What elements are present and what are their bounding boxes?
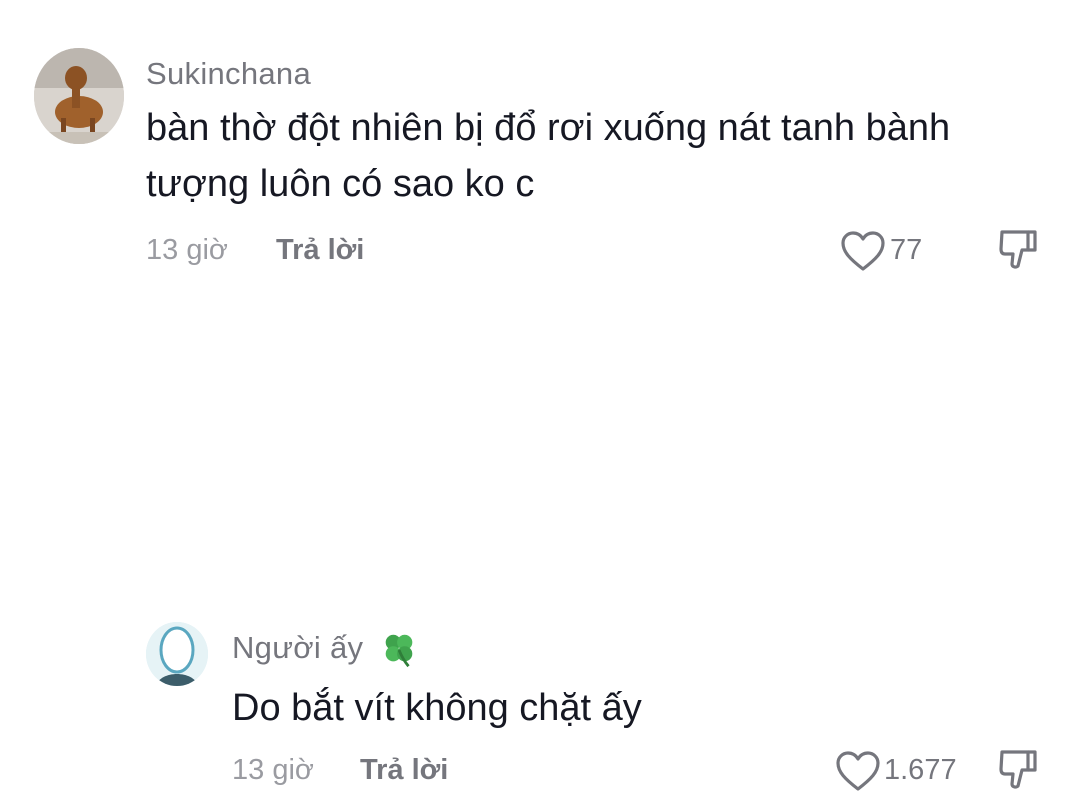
comment-username[interactable]: Sukinchana [146,56,311,92]
comment-text-line: Do bắt vít không chặt ấy [232,687,642,729]
comment-timestamp: 13 giờ [232,754,314,786]
heart-outline-icon[interactable] [835,750,881,792]
heart-outline-icon[interactable] [840,230,886,272]
reply-button[interactable]: Trả lời [276,234,364,267]
comment-text: bàn thờ đột nhiên bị đổ rơi xuống nát ta… [146,100,1046,212]
four-leaf-clover-icon [385,634,413,667]
comment-item: Người ấy Do bắt vít không chặt ấy 13 giờ… [0,300,1080,791]
comment-username[interactable]: Người ấy [232,630,418,669]
like-count: 1.677 [884,754,957,786]
comment-timestamp: 13 giờ [146,234,228,266]
comment-text: Do bắt vít không chặt ấy [232,680,1032,736]
like-count: 77 [890,234,923,266]
thumbs-down-outline-icon[interactable] [998,748,1038,792]
comment-item: Sukinchana bàn thờ đột nhiên bị đổ rơi x… [0,0,1080,290]
avatar[interactable] [34,48,124,144]
comment-text-line: bàn thờ đột nhiên bị đổ rơi xuống nát ta… [146,107,951,149]
reply-button[interactable]: Trả lời [360,754,448,787]
comment-username-text: Người ấy [232,630,364,665]
comment-text-line: tượng luôn có sao ko c [146,163,535,205]
thumbs-down-outline-icon[interactable] [998,228,1038,272]
avatar[interactable] [146,622,208,686]
